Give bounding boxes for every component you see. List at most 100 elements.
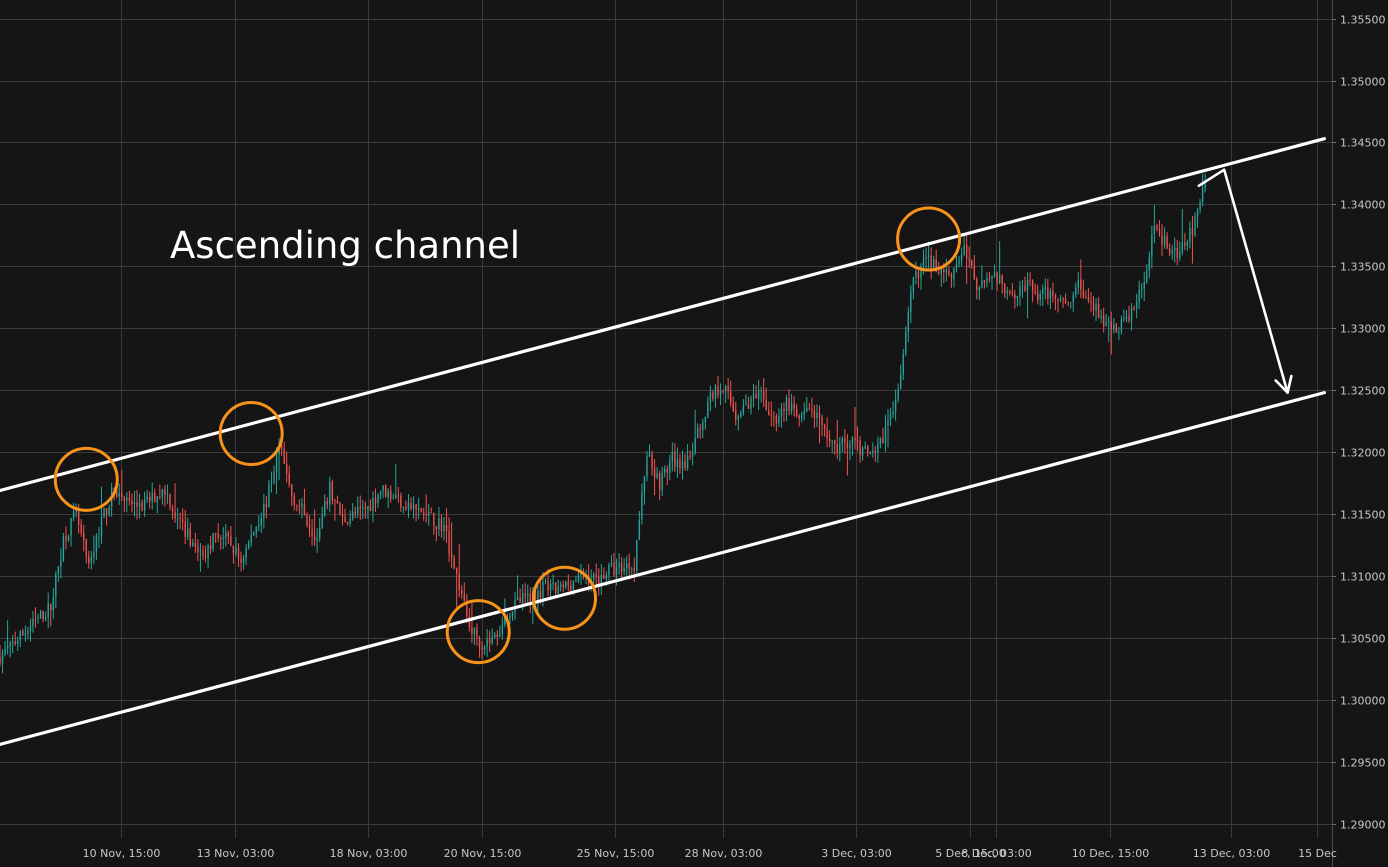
candle-body (943, 269, 945, 273)
candle-body (235, 547, 237, 554)
candle-body (930, 255, 932, 268)
candle-body (80, 524, 82, 533)
candle-body (1194, 216, 1196, 236)
candle-body (131, 500, 133, 505)
candle-body (70, 518, 72, 536)
candle-body (1138, 289, 1140, 303)
annotation-text: Ascending channel (170, 224, 520, 267)
candle-body (549, 583, 552, 591)
candle-body (369, 506, 372, 512)
candle-body (146, 496, 148, 500)
candle-body (100, 517, 103, 537)
candle-body (524, 593, 526, 596)
candle-body (232, 545, 235, 554)
y-tick-label: 1.33000 (1340, 323, 1386, 336)
candle-body (770, 414, 772, 416)
candle-body (752, 394, 755, 399)
candle-body (67, 535, 70, 541)
candle-body (501, 624, 504, 634)
candle-body (1042, 289, 1044, 294)
candle-body (24, 633, 27, 636)
candle-body (1135, 302, 1138, 309)
candle-body (608, 565, 610, 576)
candle-body (841, 438, 844, 444)
candle-body (1153, 225, 1156, 235)
candle-body (430, 512, 433, 514)
candle-body (856, 439, 859, 441)
candle-body (816, 412, 818, 418)
candle-body (971, 260, 973, 266)
candle-body (1201, 188, 1204, 202)
candle-body (973, 265, 975, 279)
candle-body (1075, 287, 1077, 296)
candle-body (344, 516, 346, 523)
candle-body (565, 581, 567, 588)
candle-body (32, 618, 34, 627)
candle-body (1054, 295, 1057, 299)
candle-body (874, 450, 877, 453)
candle-body (6, 645, 9, 649)
candle-body (1110, 321, 1112, 330)
candle-body (392, 498, 394, 500)
candle-body (27, 630, 29, 634)
candle-body (95, 536, 98, 552)
candle-body (1029, 279, 1031, 281)
candle-body (382, 485, 384, 491)
candle-body (407, 502, 410, 510)
candle-body (390, 490, 392, 500)
candle-body (592, 574, 595, 580)
candle-body (62, 536, 65, 560)
candle-body (486, 639, 488, 647)
candle-body (765, 399, 767, 411)
candle-body (362, 507, 364, 509)
candle-body (283, 448, 285, 464)
candle-body (851, 437, 854, 446)
candle-body (653, 468, 656, 478)
candle-body (1141, 288, 1143, 290)
candle-body (661, 472, 663, 491)
candle-body (1062, 298, 1064, 300)
candle-body (415, 504, 417, 510)
candle-body (1006, 291, 1008, 293)
candle-body (1128, 316, 1130, 321)
candle-body (1009, 291, 1011, 293)
candle-body (737, 416, 740, 420)
candle-body (757, 390, 760, 399)
candle-body (686, 456, 689, 469)
candle-body (839, 443, 841, 453)
candle-body (60, 559, 62, 567)
candle-body (1189, 228, 1191, 242)
y-tick-label: 1.31500 (1340, 509, 1386, 522)
candle-body (189, 528, 191, 546)
candle-body (121, 492, 123, 497)
candle-body (164, 489, 166, 495)
candle-body (960, 254, 963, 261)
candle-body (108, 507, 110, 514)
candle-body (245, 548, 247, 559)
candle-body (879, 438, 882, 445)
candle-body (755, 394, 757, 399)
candle-body (237, 547, 240, 558)
candle-body (681, 461, 684, 469)
candle-body (354, 511, 356, 514)
candle-body (93, 551, 95, 558)
candle-body (166, 494, 169, 496)
candle-body (684, 461, 686, 469)
candle-body (1049, 291, 1052, 299)
candle-body (1087, 297, 1090, 301)
candle-body (646, 456, 648, 477)
candle-body (993, 272, 996, 277)
candle-body (192, 542, 194, 546)
candle-body (773, 415, 775, 417)
candle-body (780, 408, 783, 416)
candle-body (1047, 287, 1049, 299)
candle-body (126, 497, 128, 501)
candle-body (478, 637, 481, 648)
candle-body (988, 277, 991, 279)
candle-body (679, 459, 681, 469)
candle-body (775, 416, 778, 424)
candle-body (179, 517, 181, 520)
candle-body (1036, 293, 1039, 300)
candle-body (318, 527, 321, 539)
candle-body (341, 514, 344, 517)
